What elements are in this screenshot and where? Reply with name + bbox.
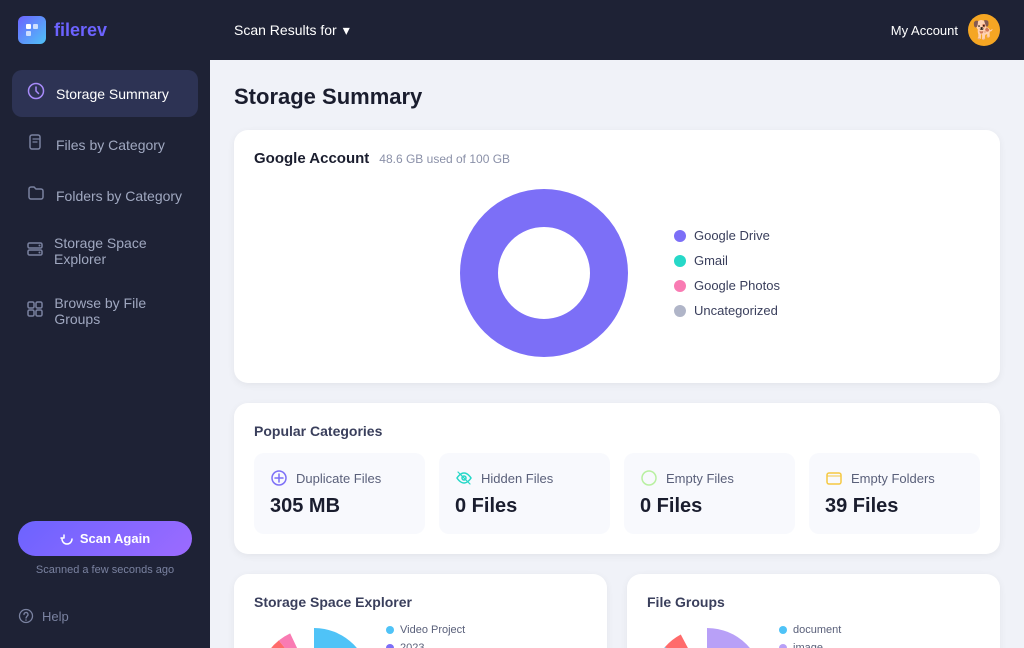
- empty-folders-icon: [825, 469, 843, 487]
- category-empty-files[interactable]: Empty Files 0 Files: [624, 453, 795, 534]
- category-header: Hidden Files: [455, 469, 594, 487]
- nav-menu: Storage Summary Files by Category Folder…: [0, 60, 210, 505]
- categories-grid: Duplicate Files 305 MB Hidden Files 0 Fi…: [254, 453, 980, 534]
- legend-item: document: [779, 624, 841, 636]
- empty-files-icon: [640, 469, 658, 487]
- storage-explorer-content: Video Project 2023 VFX Water and Brid...: [254, 624, 587, 648]
- storage-usage: 48.6 GB used of 100 GB: [379, 152, 510, 166]
- sidebar-item-browse-by-file-groups[interactable]: Browse by File Groups: [12, 283, 198, 339]
- clock-icon: [26, 82, 46, 105]
- donut-chart: [454, 183, 634, 363]
- category-header: Empty Files: [640, 469, 779, 487]
- content-area: Storage Summary Google Account 48.6 GB u…: [210, 60, 1024, 648]
- legend-dot: [386, 626, 394, 634]
- category-duplicate-files[interactable]: Duplicate Files 305 MB: [254, 453, 425, 534]
- popular-categories-title: Popular Categories: [254, 423, 980, 439]
- legend-dot: [674, 230, 686, 242]
- scan-results-dropdown[interactable]: Scan Results for ▾: [234, 22, 350, 39]
- scan-section: Scan Again Scanned a few seconds ago: [0, 505, 210, 592]
- donut-section: Google Drive Gmail Google Photos Uncateg…: [254, 183, 980, 363]
- donut-hole: [504, 233, 584, 313]
- legend-item: image: [779, 642, 841, 648]
- help-item[interactable]: Help: [0, 592, 210, 648]
- refresh-icon: [60, 532, 74, 546]
- help-icon: [18, 608, 34, 624]
- duplicate-files-icon: [270, 469, 288, 487]
- legend-item-uncategorized: Uncategorized: [674, 303, 780, 318]
- legend-dot: [674, 305, 686, 317]
- main-content: Scan Results for ▾ My Account 🐕 Storage …: [210, 0, 1024, 648]
- sidebar-item-storage-space-explorer[interactable]: Storage Space Explorer: [12, 223, 198, 279]
- topbar: Scan Results for ▾ My Account 🐕: [210, 0, 1024, 60]
- grid-icon: [26, 300, 44, 323]
- scan-again-button[interactable]: Scan Again: [18, 521, 192, 556]
- file-groups-content: document image: [647, 624, 980, 648]
- page-title: Storage Summary: [234, 84, 1000, 110]
- category-empty-folders[interactable]: Empty Folders 39 Files: [809, 453, 980, 534]
- chart-legend: Google Drive Gmail Google Photos Uncateg…: [674, 228, 780, 318]
- sidebar-item-folders-by-category[interactable]: Folders by Category: [12, 172, 198, 219]
- hidden-files-icon: [455, 469, 473, 487]
- storage-card: Google Account 48.6 GB used of 100 GB: [234, 130, 1000, 383]
- legend-item: Video Project: [386, 624, 507, 636]
- sidebar-item-label: Storage Summary: [56, 86, 169, 102]
- folder-icon: [26, 184, 46, 207]
- logo-text: filerev: [54, 20, 107, 41]
- sidebar-item-label: Files by Category: [56, 137, 165, 153]
- popular-categories-card: Popular Categories Duplicate Files 305 M…: [234, 403, 1000, 554]
- category-header: Empty Folders: [825, 469, 964, 487]
- legend-item-google-photos: Google Photos: [674, 278, 780, 293]
- help-label: Help: [42, 609, 69, 624]
- scan-status: Scanned a few seconds ago: [36, 564, 174, 576]
- legend-item-gmail: Gmail: [674, 253, 780, 268]
- bottom-row: Storage Space Explorer Video Project: [234, 574, 1000, 648]
- account-label: My Account: [891, 23, 958, 38]
- account-section: My Account 🐕: [891, 14, 1000, 46]
- file-groups-card: File Groups document: [627, 574, 1000, 648]
- sidebar: filerev Storage Summary Files by Categor…: [0, 0, 210, 648]
- sidebar-item-files-by-category[interactable]: Files by Category: [12, 121, 198, 168]
- legend-item: 2023: [386, 642, 507, 648]
- storage-explorer-legend: Video Project 2023 VFX Water and Brid...: [386, 624, 507, 648]
- logo: filerev: [0, 0, 210, 60]
- server-icon: [26, 240, 44, 263]
- legend-item-google-drive: Google Drive: [674, 228, 780, 243]
- sidebar-item-label: Browse by File Groups: [54, 295, 184, 327]
- legend-dot: [674, 255, 686, 267]
- dropdown-icon: ▾: [343, 22, 350, 39]
- sidebar-item-label: Folders by Category: [56, 188, 182, 204]
- storage-space-explorer-card: Storage Space Explorer Video Project: [234, 574, 607, 648]
- logo-icon: [18, 16, 46, 44]
- legend-dot: [779, 644, 787, 648]
- file-groups-title: File Groups: [647, 594, 980, 610]
- file-groups-legend: document image: [779, 624, 841, 648]
- storage-explorer-title: Storage Space Explorer: [254, 594, 587, 610]
- category-hidden-files[interactable]: Hidden Files 0 Files: [439, 453, 610, 534]
- file-icon: [26, 133, 46, 156]
- google-account-header: Google Account 48.6 GB used of 100 GB: [254, 150, 980, 167]
- category-header: Duplicate Files: [270, 469, 409, 487]
- sidebar-item-label: Storage Space Explorer: [54, 235, 184, 267]
- google-account-title: Google Account: [254, 150, 369, 167]
- avatar: 🐕: [968, 14, 1000, 46]
- legend-dot: [386, 644, 394, 648]
- sidebar-item-storage-summary[interactable]: Storage Summary: [12, 70, 198, 117]
- legend-dot: [674, 280, 686, 292]
- legend-dot: [779, 626, 787, 634]
